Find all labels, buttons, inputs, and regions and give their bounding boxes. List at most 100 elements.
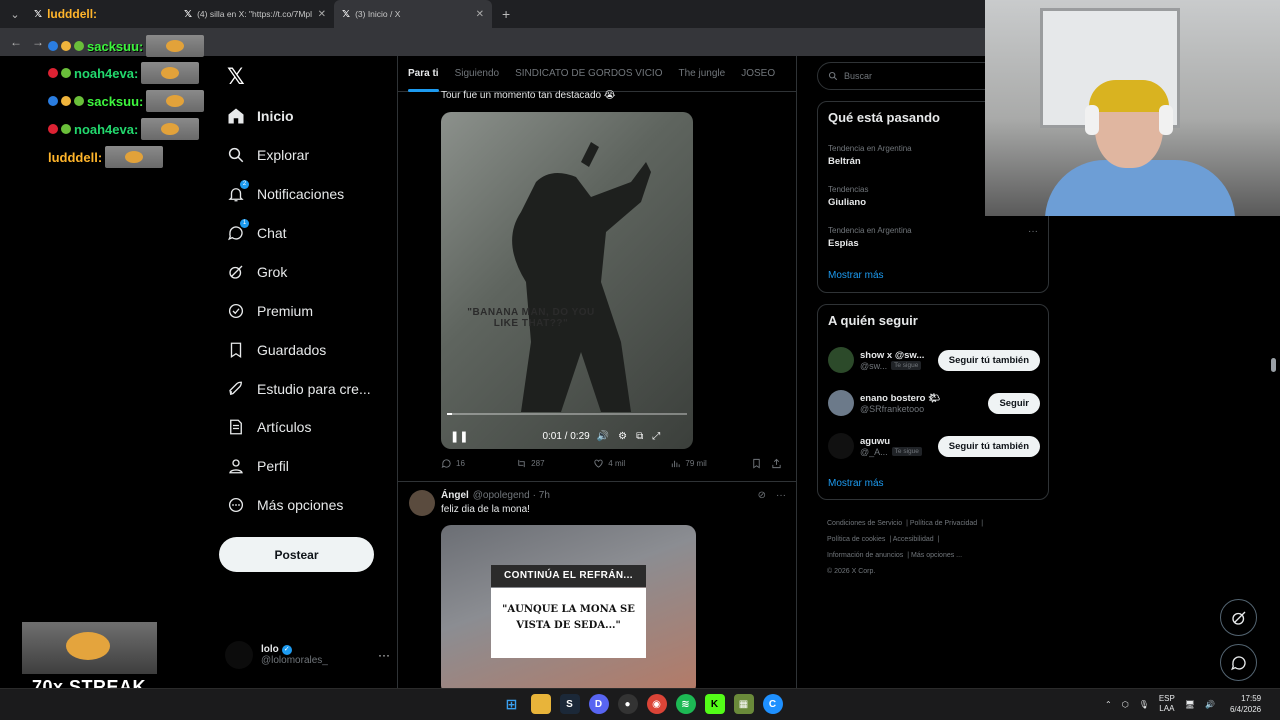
show-more-trends-link[interactable]: Mostrar más [828, 270, 884, 281]
nav-item-guardados[interactable]: Guardados [227, 335, 326, 365]
follow-button[interactable]: Seguir [988, 392, 1040, 414]
browser-tab-3[interactable]: 𝕏 (3) Inicio / X ✕ [334, 0, 492, 28]
forward-icon[interactable]: → [32, 35, 44, 49]
tab-title: ludddell: [47, 7, 98, 21]
footer-link[interactable]: Información de anuncios [827, 552, 903, 559]
tweet-author-handle[interactable]: @opolegend [473, 490, 530, 501]
footer-link[interactable]: Política de cookies [827, 536, 885, 543]
footer-link[interactable]: Más opciones ... [911, 552, 962, 559]
post-button[interactable]: Postear [219, 537, 374, 572]
follow-suggestion[interactable]: aguwu @_A... Te sigue Seguir tú también [828, 433, 1040, 459]
nav-item-premium[interactable]: Premium [227, 296, 313, 326]
x-logo-icon: 𝕏 [34, 8, 43, 20]
nav-item-articulos[interactable]: Artículos [227, 412, 311, 442]
fullscreen-icon[interactable]: ⤢ [652, 431, 660, 442]
tweet-header: Ángel @opolegend · 7h ⊘ ··· [441, 490, 786, 501]
x-logo-icon: 𝕏 [184, 8, 193, 20]
like-button[interactable]: 4 mil [593, 458, 670, 469]
discord-icon[interactable]: D [588, 694, 609, 714]
follow-back-button[interactable]: Seguir tú también [937, 349, 1040, 371]
follow-suggestion[interactable]: enano bostero 🌤 @SRfranketooo Seguir [828, 390, 1040, 416]
account-switcher[interactable]: lolo ✓ @lolomorales_ ··· [225, 641, 390, 669]
tab-joseo[interactable]: JOSEO [733, 56, 783, 92]
back-icon[interactable]: ← [10, 35, 22, 49]
tweet-video[interactable]: "BANANA MAN, DO YOU LIKE THAT??" ❚❚ 0:01… [441, 112, 693, 449]
x-logo-icon[interactable]: 𝕏 [227, 64, 245, 90]
views-button[interactable]: 79 mil [670, 458, 751, 469]
follow-suggestion[interactable]: show x @sw... @sw... Te sigue Seguir tú t… [828, 347, 1040, 373]
speaker-icon[interactable]: 🔊 [1205, 700, 1215, 709]
share-button[interactable] [771, 458, 786, 469]
search-icon [227, 146, 245, 164]
pip-icon[interactable]: ⧉ [636, 431, 643, 442]
timeline: Para ti Siguiendo SINDICATO DE GORDOS VI… [397, 56, 797, 688]
tweet-author-name[interactable]: Ángel [441, 490, 469, 501]
file-explorer-icon[interactable] [530, 694, 551, 714]
nav-item-explorar[interactable]: Explorar [227, 140, 309, 170]
windows-start-icon[interactable]: ⊞ [502, 694, 522, 714]
chat-float-button[interactable] [1220, 644, 1257, 681]
microphone-icon[interactable]: 🎙 [1139, 700, 1149, 709]
nav-item-grok[interactable]: Grok [227, 257, 287, 287]
show-more-follow-link[interactable]: Mostrar más [828, 478, 884, 489]
footer-link[interactable]: Condiciones de Servicio [827, 520, 902, 527]
footer-link[interactable]: Accesibilidad [893, 536, 934, 543]
close-icon[interactable]: ✕ [318, 9, 326, 20]
trend-item[interactable]: Tendencia en Argentina Espías ··· [828, 226, 1038, 249]
follow-back-button[interactable]: Seguir tú también [937, 435, 1040, 457]
pause-icon[interactable]: ❚❚ [450, 430, 468, 443]
ccleaner-icon[interactable]: C [762, 694, 783, 714]
nav-item-mas-opciones[interactable]: Más opciones [227, 490, 343, 520]
spotify-icon[interactable]: ≋ [675, 694, 696, 714]
network-icon[interactable]: 🖥 [1185, 700, 1195, 709]
steam-icon[interactable]: S [559, 694, 580, 714]
like-count: 4 mil [608, 459, 626, 468]
tweet-time[interactable]: · 7h [533, 490, 550, 501]
video-controls: ❚❚ 0:01 / 0:29 🔊 ⚙ ⧉ ⤢ [441, 425, 693, 447]
tab-siguiendo[interactable]: Siguiendo [447, 56, 507, 92]
close-icon[interactable]: ✕ [476, 9, 484, 20]
chat-emote [105, 146, 164, 168]
reply-count: 16 [456, 459, 465, 468]
chrome-icon[interactable]: ◉ [646, 694, 667, 714]
tab-search-icon[interactable]: ⌄ [4, 4, 26, 24]
nav-item-inicio[interactable]: Inicio [227, 101, 294, 131]
browser-tab-2[interactable]: 𝕏 (4) silla en X: "https://t.co/7Mpl ✕ [176, 0, 334, 28]
bookmark-button[interactable] [751, 458, 771, 469]
tab-sindicato[interactable]: SINDICATO DE GORDOS VICIO [507, 56, 670, 92]
grok-icon[interactable]: ⊘ [758, 490, 766, 501]
tweet-text: feliz dia de la mona! [441, 504, 530, 515]
more-icon[interactable]: ··· [378, 648, 390, 662]
video-progress-bar[interactable] [447, 413, 687, 415]
obs-icon[interactable]: ● [617, 694, 638, 714]
settings-icon[interactable]: ⚙ [618, 431, 627, 442]
shield-icon[interactable]: ⬡ [1122, 700, 1129, 709]
volume-icon[interactable]: 🔊 [597, 431, 609, 442]
tab-the-jungle[interactable]: The jungle [671, 56, 734, 92]
nav-item-chat[interactable]: 1 Chat [227, 218, 287, 248]
chevron-up-icon[interactable]: ⌃ [1105, 700, 1112, 709]
avatar [225, 641, 253, 669]
kick-icon[interactable]: K [704, 694, 725, 714]
nav-item-estudio[interactable]: Estudio para cre... [227, 374, 371, 404]
footer-link[interactable]: Política de Privacidad [910, 520, 977, 527]
badge-icon [61, 41, 71, 51]
repost-button[interactable]: 287 [516, 458, 593, 469]
avatar[interactable] [409, 490, 435, 516]
app-icon[interactable]: ▦ [733, 694, 754, 714]
grok-float-button[interactable] [1220, 599, 1257, 636]
tweet[interactable]: Ángel @opolegend · 7h ⊘ ··· feliz dia de… [398, 481, 796, 688]
browser-tab-1[interactable]: 𝕏 ludddell: [26, 0, 176, 28]
clock[interactable]: 17:59 6/4/2026 [1230, 693, 1261, 715]
tweet-video[interactable]: CONTINÚA EL REFRÁN... "AUNQUE LA MONA SE… [441, 525, 696, 688]
new-tab-icon[interactable]: + [502, 6, 510, 22]
reply-button[interactable]: 16 [441, 458, 516, 469]
more-icon[interactable]: ··· [1028, 226, 1038, 237]
nav-item-notificaciones[interactable]: 2 Notificaciones [227, 179, 344, 209]
scrollbar-thumb[interactable] [1271, 358, 1276, 372]
nav-item-perfil[interactable]: Perfil [227, 451, 289, 481]
language-indicator[interactable]: ESP LAA [1159, 694, 1175, 714]
tab-para-ti[interactable]: Para ti [398, 56, 447, 92]
more-circle-icon [227, 496, 245, 514]
more-icon[interactable]: ··· [776, 490, 786, 501]
